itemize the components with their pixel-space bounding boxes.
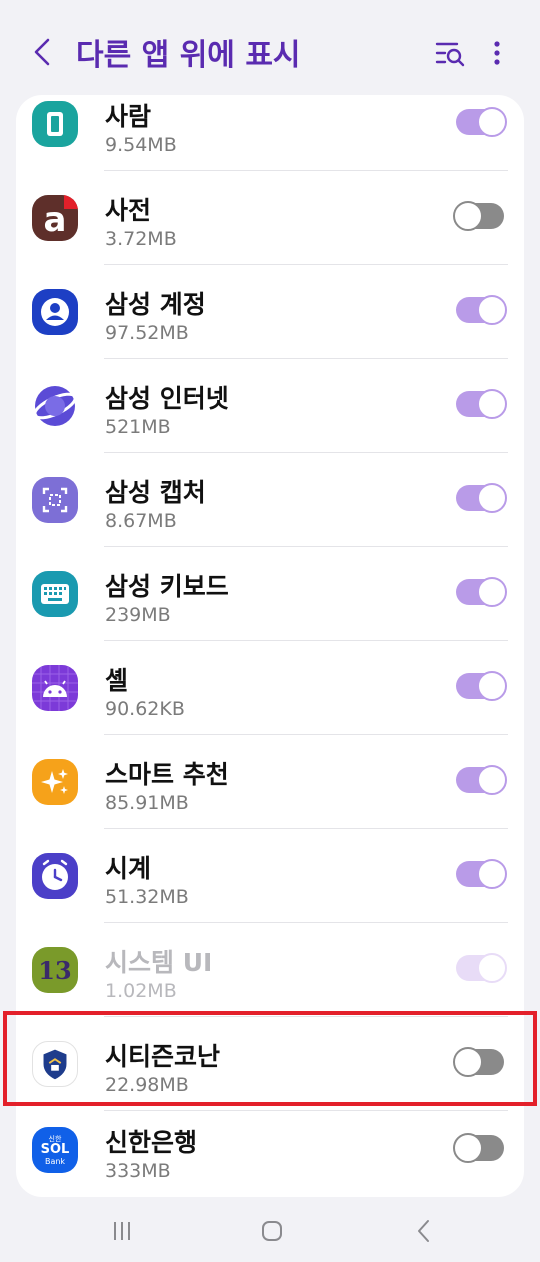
list-item-clock[interactable]: 시계 51.32MB <box>16 829 524 923</box>
list-item-system-ui[interactable]: 13 시스템 UI 1.02MB <box>16 923 524 1017</box>
contacts-app-icon <box>32 101 78 147</box>
app-name: 삼성 키보드 <box>105 572 229 601</box>
smart-suggestions-icon <box>32 759 78 805</box>
search-list-icon <box>435 42 465 67</box>
recents-icon <box>114 1222 130 1240</box>
nav-back-button[interactable] <box>414 1218 434 1244</box>
permission-toggle[interactable] <box>453 1133 504 1163</box>
system-ui-icon: 13 <box>32 947 78 993</box>
samsung-keyboard-icon <box>32 571 78 617</box>
more-options-button[interactable] <box>484 36 510 70</box>
permission-toggle <box>456 953 507 983</box>
app-size: 97.52MB <box>105 322 189 344</box>
app-name: 삼성 캡처 <box>105 478 206 507</box>
permission-toggle[interactable] <box>456 671 507 701</box>
app-size: 9.54MB <box>105 134 177 156</box>
app-name: 사람 <box>105 102 152 131</box>
navigation-bar <box>0 1200 540 1262</box>
app-name: 삼성 계정 <box>105 290 206 319</box>
permission-toggle[interactable] <box>456 859 507 889</box>
clock-app-icon <box>32 853 78 899</box>
permission-toggle[interactable] <box>453 201 504 231</box>
sol-icon-mid-text: SOL <box>40 1141 70 1157</box>
app-name: 신한은행 <box>105 1128 198 1157</box>
search-list-button[interactable] <box>432 36 468 70</box>
samsung-capture-icon <box>32 477 78 523</box>
app-name: 시스템 UI <box>105 948 213 977</box>
list-item-smart-suggestions[interactable]: 스마트 추천 85.91MB <box>16 735 524 829</box>
app-name: 삼성 인터넷 <box>105 384 229 413</box>
list-item-samsung-keyboard[interactable]: 삼성 키보드 239MB <box>16 547 524 641</box>
home-button[interactable] <box>260 1220 284 1242</box>
page-title: 다른 앱 위에 표시 <box>76 38 301 73</box>
app-size: 1.02MB <box>105 980 177 1002</box>
chevron-left-icon <box>34 38 50 66</box>
sol-icon-bottom-text: Bank <box>44 1156 66 1166</box>
app-size: 90.62KB <box>105 698 185 720</box>
permission-toggle[interactable] <box>456 765 507 795</box>
app-size: 51.32MB <box>105 886 189 908</box>
back-icon <box>418 1220 429 1242</box>
selection-highlight <box>3 1011 537 1106</box>
app-name: 시계 <box>105 854 152 883</box>
app-bar: 다른 앱 위에 표시 <box>0 0 540 100</box>
permission-toggle[interactable] <box>456 107 507 137</box>
back-button[interactable] <box>24 34 60 70</box>
permission-toggle[interactable] <box>456 577 507 607</box>
home-icon <box>262 1221 282 1241</box>
list-item-contacts[interactable]: 사람 9.54MB <box>16 95 524 171</box>
app-size: 8.67MB <box>105 510 177 532</box>
list-item-shell[interactable]: 셸 90.62KB <box>16 641 524 735</box>
android-shell-icon <box>32 665 78 711</box>
system-ui-icon-label: 13 <box>38 955 72 985</box>
list-item-samsung-account[interactable]: 삼성 계정 97.52MB <box>16 265 524 359</box>
app-size: 3.72MB <box>105 228 177 250</box>
shinhan-sol-bank-icon: 신한 SOL Bank <box>32 1127 78 1173</box>
app-size: 239MB <box>105 604 171 626</box>
app-name: 스마트 추천 <box>105 760 229 789</box>
more-vert-icon <box>494 41 500 65</box>
list-item-samsung-internet[interactable]: 삼성 인터넷 521MB <box>16 359 524 453</box>
samsung-internet-icon <box>32 383 78 429</box>
permission-toggle[interactable] <box>456 483 507 513</box>
dictionary-app-icon: a <box>32 195 78 241</box>
app-size: 333MB <box>105 1160 171 1182</box>
list-item-dictionary[interactable]: a 사전 3.72MB <box>16 171 524 265</box>
list-item-samsung-capture[interactable]: 삼성 캡처 8.67MB <box>16 453 524 547</box>
app-name: 셸 <box>105 666 129 695</box>
list-item-shinhan-bank[interactable]: 신한 SOL Bank 신한은행 333MB <box>16 1103 524 1197</box>
permission-toggle[interactable] <box>456 389 507 419</box>
samsung-account-icon <box>32 289 78 335</box>
app-size: 85.91MB <box>105 792 189 814</box>
app-name: 사전 <box>105 196 152 225</box>
permission-toggle[interactable] <box>456 295 507 325</box>
app-size: 521MB <box>105 416 171 438</box>
recents-button[interactable] <box>110 1220 134 1242</box>
